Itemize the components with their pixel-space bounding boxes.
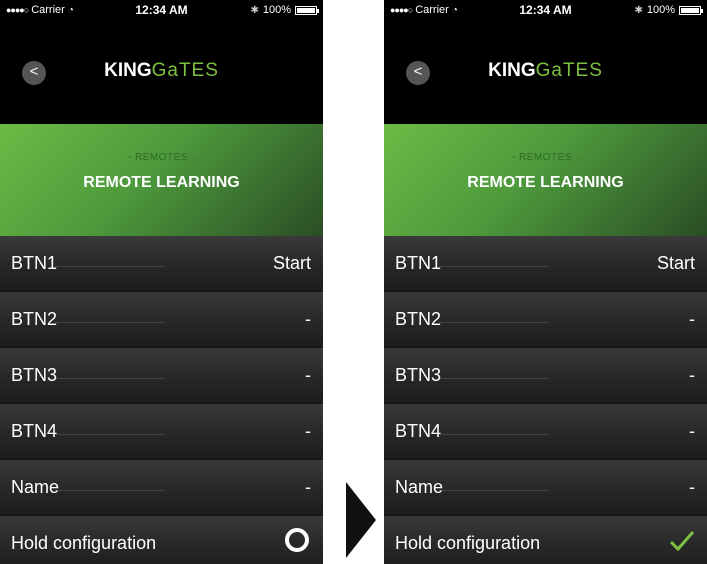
section-banner: - REMOTES - REMOTE LEARNING bbox=[0, 124, 323, 236]
logo-bold: KING bbox=[488, 60, 536, 81]
row-label: Name bbox=[395, 477, 444, 497]
list-item-btn2[interactable]: BTN2 - bbox=[384, 292, 707, 348]
row-value: - bbox=[689, 309, 695, 329]
row-label: BTN2 bbox=[11, 309, 58, 329]
banner-title: REMOTE LEARNING bbox=[83, 174, 240, 191]
banner-subtitle: - REMOTES - bbox=[511, 152, 580, 163]
battery-icon bbox=[295, 5, 319, 15]
phone-screen-after: ●●●●○ Carrier ◔ 12:34 AM ✱ 100% < KINGGa… bbox=[384, 0, 707, 564]
row-value: - bbox=[689, 421, 695, 441]
bluetooth-icon: ✱ bbox=[634, 4, 643, 16]
banner-title: REMOTE LEARNING bbox=[467, 174, 624, 191]
section-banner: - REMOTES - REMOTE LEARNING bbox=[384, 124, 707, 236]
row-value: - bbox=[689, 365, 695, 385]
logo-light: GaTES bbox=[151, 60, 219, 81]
row-label: BTN4 bbox=[11, 421, 58, 441]
row-label: BTN3 bbox=[395, 365, 442, 385]
row-value: - bbox=[305, 309, 311, 329]
row-label: BTN3 bbox=[11, 365, 58, 385]
row-label: BTN4 bbox=[395, 421, 442, 441]
row-label: Name bbox=[11, 477, 60, 497]
settings-list: BTN1 Start BTN2 - BTN3 - BTN4 - Name - Hold c… bbox=[384, 236, 707, 564]
phone-screen-before: ●●●●○ Carrier ◔ 12:34 AM ✱ 100% < KINGGa… bbox=[0, 0, 323, 564]
row-label: BTN1 bbox=[395, 253, 442, 273]
bluetooth-icon: ✱ bbox=[250, 4, 259, 16]
hold-label: Hold configuration bbox=[11, 533, 157, 553]
list-item-btn2[interactable]: BTN2 - bbox=[0, 292, 323, 348]
hold-configuration-row[interactable]: Hold configuration bbox=[384, 516, 707, 564]
row-value: - bbox=[305, 421, 311, 441]
logo-light: GaTES bbox=[535, 60, 603, 81]
row-value: - bbox=[305, 365, 311, 385]
status-bar: ●●●●○ Carrier ◔ 12:34 AM ✱ 100% bbox=[384, 0, 707, 20]
radio-unchecked-icon[interactable] bbox=[285, 528, 309, 552]
nav-bar: < KINGGaTES bbox=[384, 20, 707, 124]
list-item-btn4[interactable]: BTN4 - bbox=[0, 404, 323, 460]
list-item-name[interactable]: Name - bbox=[0, 460, 323, 516]
list-item-btn1[interactable]: BTN1 Start bbox=[384, 236, 707, 292]
battery-icon bbox=[679, 5, 703, 15]
checkmark-icon[interactable] bbox=[667, 526, 697, 556]
settings-list: BTN1 Start BTN2 - BTN3 - BTN4 - Name - Hold c… bbox=[0, 236, 323, 564]
row-value: Start bbox=[272, 253, 311, 273]
hold-configuration-row[interactable]: Hold configuration bbox=[0, 516, 323, 564]
list-item-btn3[interactable]: BTN3 - bbox=[0, 348, 323, 404]
battery-label: 100% bbox=[262, 4, 291, 16]
kinggates-logo: KINGGaTES bbox=[0, 60, 323, 82]
hold-label: Hold configuration bbox=[395, 533, 541, 553]
row-value: Start bbox=[656, 253, 695, 273]
nav-bar: < KINGGaTES bbox=[0, 20, 323, 124]
row-value: - bbox=[689, 477, 695, 497]
status-bar: ●●●●○ Carrier ◔ 12:34 AM ✱ 100% bbox=[0, 0, 323, 20]
row-label: BTN1 bbox=[11, 253, 58, 273]
banner-subtitle: - REMOTES - bbox=[127, 152, 196, 163]
row-value: - bbox=[305, 477, 311, 497]
list-item-btn4[interactable]: BTN4 - bbox=[384, 404, 707, 460]
transition-arrow-icon bbox=[346, 482, 376, 558]
row-label: BTN2 bbox=[395, 309, 442, 329]
list-item-btn1[interactable]: BTN1 Start bbox=[0, 236, 323, 292]
battery-indicator: ✱ 100% bbox=[634, 4, 703, 16]
battery-label: 100% bbox=[646, 4, 675, 16]
list-item-name[interactable]: Name - bbox=[384, 460, 707, 516]
list-item-btn3[interactable]: BTN3 - bbox=[384, 348, 707, 404]
logo-bold: KING bbox=[104, 60, 152, 81]
battery-indicator: ✱ 100% bbox=[250, 4, 319, 16]
kinggates-logo: KINGGaTES bbox=[384, 60, 707, 82]
